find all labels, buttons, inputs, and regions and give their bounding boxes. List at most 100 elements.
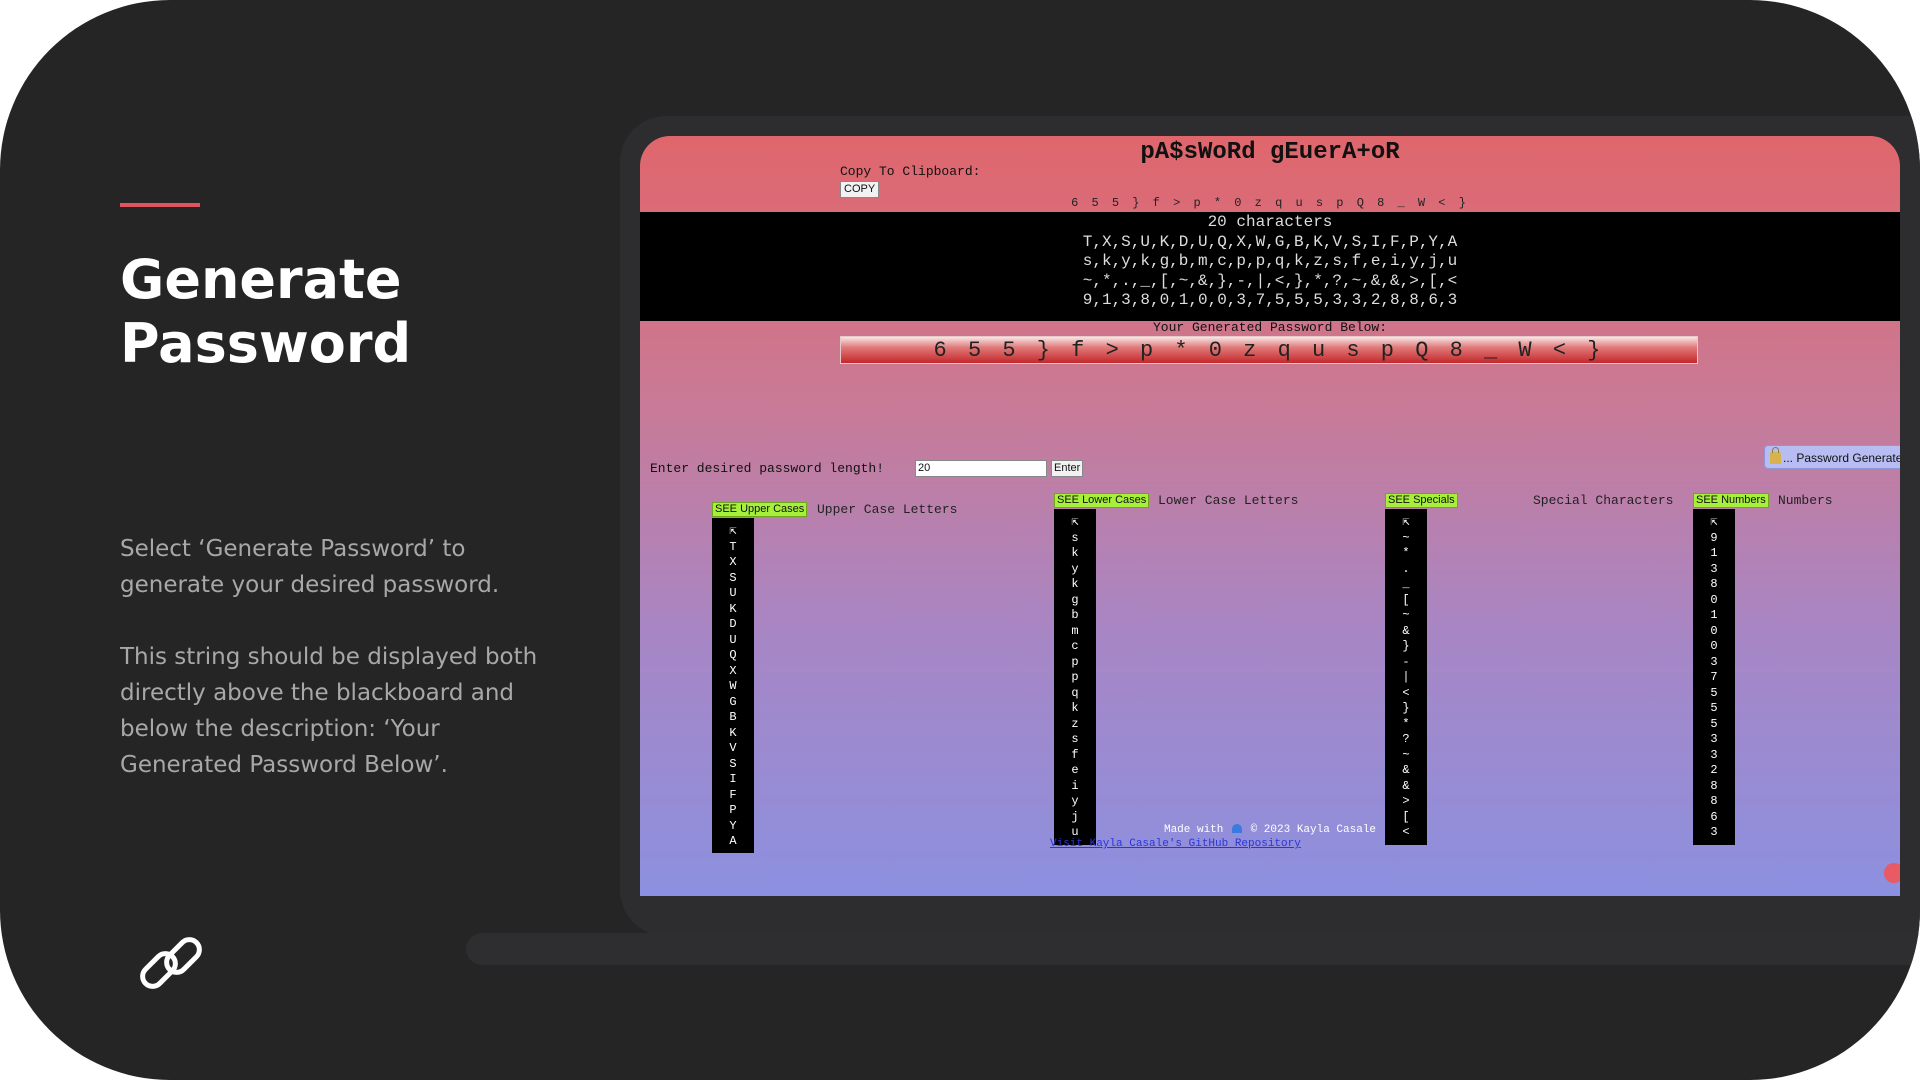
column-char: 8 xyxy=(1710,794,1718,808)
slide-title-line1: Generate xyxy=(120,248,402,311)
password-length-label: Enter desired password length! xyxy=(650,461,885,476)
column-char: ? xyxy=(1402,732,1410,746)
numbers-column: ⇱ 9 1 3 8 0 1 0 0 3 7 5 5 5 3 3 2 8 8 6 3 xyxy=(1693,509,1735,845)
column-char: 0 xyxy=(1710,592,1718,607)
column-char: T xyxy=(729,539,737,554)
board-uppercase-line: T,X,S,U,K,D,U,Q,X,W,G,B,K,V,S,I,F,P,Y,A xyxy=(1082,232,1458,251)
column-char: S xyxy=(729,756,737,771)
column-char: D xyxy=(729,617,737,631)
footer-made-with: Made with xyxy=(1163,824,1224,836)
slide-panel: Generate Password Select ‘Generate Passwo… xyxy=(0,0,1920,1080)
column-char: k xyxy=(1071,577,1079,591)
column-char: P xyxy=(729,803,737,817)
column-char: 7 xyxy=(1710,670,1718,684)
blackboard: 20 characters T,X,S,U,K,D,U,Q,X,W,G,B,K,… xyxy=(640,212,1900,321)
column-char: 2 xyxy=(1710,763,1718,777)
column-char: S xyxy=(729,570,737,585)
laptop-base xyxy=(466,933,1920,965)
column-char: p xyxy=(1071,670,1079,684)
column-char: 3 xyxy=(1710,654,1718,669)
column-char: Y xyxy=(729,818,737,833)
link-chain-icon[interactable] xyxy=(136,928,206,998)
column-char: b xyxy=(1071,608,1079,622)
column-char: s xyxy=(1071,530,1079,545)
password-generate-label: ... Password Generate xyxy=(1783,451,1900,465)
column-header-glyph: ⇱ xyxy=(1710,515,1718,529)
column-char: 1 xyxy=(1710,608,1718,622)
column-char: 5 xyxy=(1710,685,1718,700)
column-char: < xyxy=(1402,685,1410,700)
column-char: } xyxy=(1402,639,1410,653)
numbers-label: Numbers xyxy=(1778,493,1833,508)
column-char: 8 xyxy=(1710,778,1718,793)
app-title: pA$sWoRd gEuerA+oR xyxy=(1140,139,1400,166)
column-char: F xyxy=(729,787,737,802)
description-paragraph-2: This string should be displayed both dir… xyxy=(120,644,538,778)
board-lowercase-line: s,k,y,k,g,b,m,c,p,p,q,k,z,s,f,e,i,y,j,u xyxy=(1082,252,1458,270)
see-numbers-button[interactable]: SEE Numbers xyxy=(1693,493,1769,508)
column-char: } xyxy=(1402,701,1410,715)
column-char: & xyxy=(1402,763,1410,777)
column-char: . xyxy=(1402,561,1410,576)
column-char: 3 xyxy=(1710,825,1718,839)
character-count: 20 characters xyxy=(1207,213,1333,231)
column-char: 8 xyxy=(1710,577,1718,591)
column-char: f xyxy=(1071,747,1079,762)
column-char: W xyxy=(729,679,737,693)
column-header-glyph: ⇱ xyxy=(1402,515,1410,529)
column-char: 1 xyxy=(1710,546,1718,560)
column-char: [ xyxy=(1402,592,1410,607)
slide-title-line2: Password xyxy=(120,312,412,375)
column-char: K xyxy=(729,601,737,616)
column-char: ~ xyxy=(1402,530,1410,545)
see-upper-cases-button[interactable]: SEE Upper Cases xyxy=(712,502,808,517)
column-char: y xyxy=(1071,794,1079,808)
column-char: X xyxy=(729,663,737,678)
board-numbers-line: 9,1,3,8,0,1,0,0,3,7,5,5,5,3,3,2,8,8,6,3 xyxy=(1082,291,1458,309)
column-char: & xyxy=(1402,623,1410,638)
column-char: 0 xyxy=(1710,639,1718,653)
column-char: - xyxy=(1402,654,1410,669)
column-char: I xyxy=(729,772,737,786)
see-lower-cases-button[interactable]: SEE Lower Cases xyxy=(1054,493,1150,508)
board-special-line: ~,*,.,_,[,~,&,},-,|,<,},*,?,~,&,&,>,[,< xyxy=(1082,271,1458,290)
blue-heart-icon xyxy=(1232,824,1242,833)
column-char: z xyxy=(1071,716,1079,731)
column-char: 3 xyxy=(1710,732,1718,746)
see-specials-button[interactable]: SEE Specials xyxy=(1385,493,1458,508)
column-char: q xyxy=(1071,685,1079,700)
column-char: G xyxy=(729,694,737,709)
app-screen: pA$sWoRd gEuerA+oR Copy To Clipboard: CO… xyxy=(640,136,1900,896)
corner-indicator xyxy=(1884,863,1900,883)
lock-icon xyxy=(1770,447,1781,464)
column-char: > xyxy=(1402,794,1410,808)
column-char: k xyxy=(1071,701,1079,715)
column-char: * xyxy=(1402,716,1410,731)
column-char: _ xyxy=(1402,577,1410,591)
password-length-input[interactable]: 20 xyxy=(915,460,1047,477)
generated-password-field[interactable]: 6 5 5 } f > p * 0 z q u s p Q 8 _ W < } xyxy=(840,336,1698,364)
column-char: j xyxy=(1071,809,1079,824)
column-char: U xyxy=(729,632,737,647)
column-char: 5 xyxy=(1710,716,1718,731)
top-password-display: 6 5 5 } f > p * 0 z q u s p Q 8 _ W < } xyxy=(1071,196,1469,210)
column-char: 0 xyxy=(1710,623,1718,638)
slide-title: Generate Password xyxy=(120,248,550,376)
upper-case-letters-label: Upper Case Letters xyxy=(817,502,958,517)
password-generate-button[interactable]: ... Password Generate xyxy=(1764,445,1900,469)
column-char: i xyxy=(1071,778,1079,793)
column-char: & xyxy=(1402,778,1410,793)
column-char: X xyxy=(729,555,737,569)
description-paragraph-1: Select ‘Generate Password’ to generate y… xyxy=(120,536,500,598)
special-characters-column: ⇱ ~ *. _[~ &} - | <} *? ~ & & >[< xyxy=(1385,509,1427,845)
column-header-glyph: ⇱ xyxy=(729,524,737,538)
enter-button[interactable]: Enter xyxy=(1051,460,1084,477)
github-repository-link[interactable]: Visit Kayla Casale's GitHub Repository xyxy=(1050,838,1490,850)
column-char: * xyxy=(1402,546,1410,560)
special-characters-label: Special Characters xyxy=(1533,493,1674,508)
column-header-glyph: ⇱ xyxy=(1071,515,1079,529)
column-char: U xyxy=(729,586,737,600)
column-char: 9 xyxy=(1710,530,1718,545)
column-char: 6 xyxy=(1710,809,1718,824)
column-char: s xyxy=(1071,732,1079,746)
